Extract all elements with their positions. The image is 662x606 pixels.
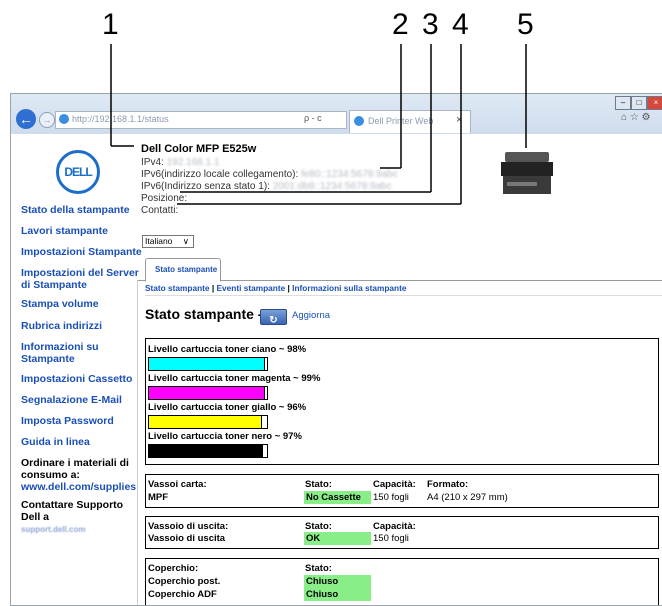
callout-2: 2 xyxy=(392,8,409,41)
covers-header-name: Coperchio: xyxy=(148,563,199,574)
toner-fill-black xyxy=(149,445,264,457)
toner-label-black: Livello cartuccia toner nero ~ 97% xyxy=(148,431,302,442)
tray-name: MPF xyxy=(148,492,169,503)
toner-fill-magenta xyxy=(149,387,266,399)
toner-bar-magenta xyxy=(148,386,268,400)
callout-4: 4 xyxy=(452,8,469,41)
callout-5: 5 xyxy=(517,8,534,41)
toner-label-cyan: Livello cartuccia toner ciano ~ 98% xyxy=(148,344,307,355)
toner-label-yellow: Livello cartuccia toner giallo ~ 96% xyxy=(148,402,307,413)
callout-3: 3 xyxy=(422,8,439,41)
tray-capacity: 150 fogli xyxy=(373,492,409,503)
toner-empty-magenta xyxy=(264,387,267,399)
cover-adf-name: Coperchio ADF xyxy=(148,589,217,600)
toner-fill-cyan xyxy=(149,358,265,370)
toner-empty-yellow xyxy=(261,416,267,428)
toner-fill-yellow xyxy=(149,416,263,428)
cover-rear-status-badge: Chiuso xyxy=(304,575,371,588)
toner-empty-cyan xyxy=(263,358,267,370)
output-status-badge: OK xyxy=(304,532,371,545)
trays-header-capacity: Capacità: xyxy=(373,479,416,490)
trays-header-status: Stato: xyxy=(305,479,332,490)
toner-bar-black xyxy=(148,444,268,458)
tray-format: A4 (210 x 297 mm) xyxy=(427,492,508,503)
covers-header-status: Stato: xyxy=(305,563,332,574)
trays-header-name: Vassoi carta: xyxy=(148,479,207,490)
tab-stato-stampante[interactable]: Stato stampante xyxy=(145,258,221,282)
covers-panel xyxy=(145,558,659,605)
cover-adf-status-badge: Chiuso xyxy=(304,588,371,601)
cover-rear-name: Coperchio post. xyxy=(148,576,221,587)
output-capacity: 150 fogli xyxy=(373,533,409,544)
trays-header-format: Formato: xyxy=(427,479,469,490)
toner-bar-yellow xyxy=(148,415,268,429)
callout-1: 1 xyxy=(102,8,119,41)
browser-window: – □ × ← → http://192.168.1.1/status ρ - … xyxy=(10,93,662,606)
output-name: Vassoio di uscita xyxy=(148,533,226,544)
toner-empty-black xyxy=(262,445,267,457)
tab-stato-stampante-label: Stato stampante xyxy=(155,265,218,274)
tray-status-badge: No Cassette xyxy=(304,491,371,504)
toner-label-magenta: Livello cartuccia toner magenta ~ 99% xyxy=(148,373,321,384)
toner-bar-cyan xyxy=(148,357,268,371)
